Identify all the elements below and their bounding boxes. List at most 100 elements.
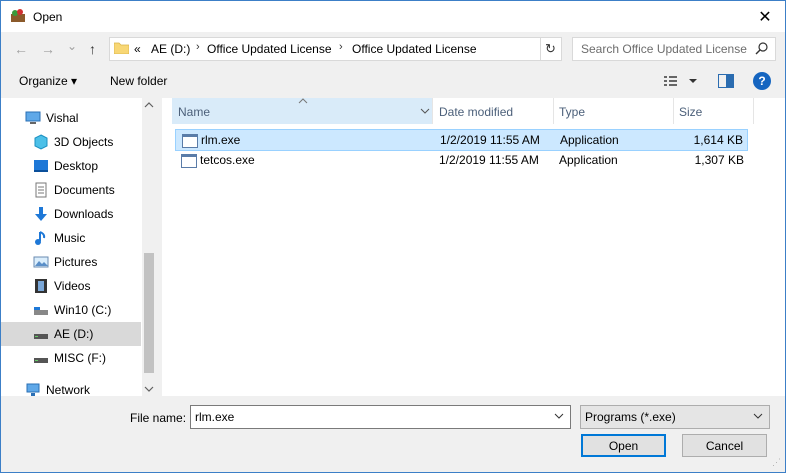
refresh-icon: ↻: [545, 41, 556, 56]
sidebar-item-vishal[interactable]: Vishal: [1, 106, 141, 130]
chevron-down-icon: [753, 413, 763, 419]
close-button[interactable]: ✕: [745, 1, 785, 32]
help-icon[interactable]: ?: [753, 72, 771, 90]
breadcrumb-drive[interactable]: AE (D:): [151, 42, 190, 56]
dialog-footer: File name: rlm.exe Programs (*.exe) Open…: [1, 396, 785, 472]
application-icon: [182, 134, 198, 148]
file-type: Application: [560, 133, 619, 147]
file-size: 1,307 KB: [694, 153, 744, 167]
title-bar: Open ✕: [1, 1, 785, 32]
drive-icon: [34, 358, 48, 363]
sidebar-item-label: Music: [54, 231, 86, 245]
breadcrumb-current[interactable]: Office Updated License: [352, 42, 477, 56]
address-bar[interactable]: « AE (D:) › Office Updated License › Off…: [109, 37, 642, 61]
sidebar-item-desktop[interactable]: Desktop: [1, 154, 141, 178]
file-type-value: Programs (*.exe): [585, 410, 676, 424]
file-size: 1,614 KB: [693, 133, 743, 147]
sidebar-item-music[interactable]: Music: [1, 226, 141, 250]
file-type: Application: [559, 153, 618, 167]
column-header-date[interactable]: Date modified: [433, 98, 553, 124]
sidebar-item-label: AE (D:): [54, 327, 94, 341]
filename-field[interactable]: rlm.exe: [190, 405, 571, 429]
filename-value: rlm.exe: [195, 410, 235, 424]
file-date: 1/2/2019 11:55 AM: [440, 133, 540, 147]
breadcrumb-separator[interactable]: ›: [339, 41, 343, 53]
application-icon: [181, 154, 197, 168]
sidebar-item-videos[interactable]: Videos: [1, 274, 141, 298]
sidebar-item-misc-f[interactable]: MISC (F:): [1, 346, 141, 370]
videos-icon: [35, 279, 47, 293]
computer-icon: [25, 111, 41, 124]
download-icon: [35, 207, 47, 221]
sidebar-item-win10-c[interactable]: Win10 (C:): [1, 298, 141, 322]
drive-icon: [34, 307, 48, 315]
scroll-up-icon[interactable]: [144, 101, 154, 109]
cancel-button-label: Cancel: [705, 438, 744, 453]
sidebar-item-label: Network: [46, 383, 91, 397]
column-header-size[interactable]: Size: [673, 98, 753, 124]
organize-button[interactable]: Organize ▾: [19, 74, 77, 88]
cancel-button[interactable]: Cancel: [682, 434, 767, 457]
chevron-down-icon[interactable]: [420, 106, 430, 116]
file-list: Name Date modified Type Size rlm.exe 1/2…: [162, 98, 785, 396]
sort-ascending-icon: [298, 98, 308, 104]
open-dialog: Open ✕ ← → ⌄ ↑ « AE (D:) › Office Update…: [0, 0, 786, 473]
file-name: rlm.exe: [201, 133, 241, 147]
cube-icon: [34, 134, 48, 150]
scrollbar-thumb[interactable]: [144, 253, 154, 373]
documents-icon: [35, 182, 47, 198]
column-header-label: Name: [178, 105, 211, 119]
new-folder-button[interactable]: New folder: [110, 74, 167, 88]
window-title: Open: [33, 10, 63, 24]
column-divider[interactable]: [753, 98, 754, 124]
sidebar-item-label: Desktop: [54, 159, 99, 173]
forward-button[interactable]: →: [41, 41, 55, 57]
sidebar-scrollbar[interactable]: [142, 98, 156, 396]
navigation-pane: Vishal 3D Objects Desktop Documents Down…: [1, 98, 156, 397]
view-options-icon[interactable]: [664, 75, 698, 87]
search-input[interactable]: Search Office Updated License: [572, 37, 776, 61]
music-icon: [35, 231, 46, 245]
table-row[interactable]: rlm.exe 1/2/2019 11:55 AM Application 1,…: [175, 129, 748, 151]
close-icon: ✕: [758, 8, 772, 26]
sidebar-item-3d-objects[interactable]: 3D Objects: [1, 130, 141, 154]
sidebar-item-label: 3D Objects: [54, 135, 114, 149]
preview-pane-icon[interactable]: [718, 74, 734, 88]
breadcrumb-separator[interactable]: ›: [196, 41, 200, 53]
drive-icon: [34, 334, 48, 339]
navigation-bar: ← → ⌄ ↑ « AE (D:) › Office Updated Licen…: [1, 32, 785, 66]
scroll-down-icon[interactable]: [144, 385, 154, 393]
column-header-label: Type: [559, 105, 586, 119]
chevron-down-icon[interactable]: [554, 410, 564, 422]
open-button[interactable]: Open: [581, 434, 666, 457]
breadcrumb-folder[interactable]: Office Updated License: [207, 42, 332, 56]
command-bar: Organize ▾ New folder ?: [1, 66, 785, 96]
sidebar-item-ae-d[interactable]: AE (D:): [1, 322, 141, 346]
search-placeholder: Search Office Updated License: [581, 42, 747, 56]
recent-locations-button[interactable]: ⌄: [67, 39, 77, 53]
search-icon: [755, 42, 768, 55]
up-button[interactable]: ↑: [89, 41, 96, 57]
file-name: tetcos.exe: [200, 153, 255, 167]
column-header-label: Date modified: [439, 105, 514, 119]
breadcrumb-overflow[interactable]: «: [134, 42, 141, 56]
sidebar-item-label: Pictures: [54, 255, 98, 269]
sidebar-item-downloads[interactable]: Downloads: [1, 202, 141, 226]
file-type-select[interactable]: Programs (*.exe): [580, 405, 770, 429]
file-date: 1/2/2019 11:55 AM: [439, 153, 539, 167]
refresh-button[interactable]: ↻: [540, 37, 562, 61]
sidebar-item-label: Videos: [54, 279, 91, 293]
app-icon: [11, 9, 25, 22]
sidebar-item-label: Win10 (C:): [54, 303, 112, 317]
column-header-type[interactable]: Type: [553, 98, 673, 124]
sidebar-item-documents[interactable]: Documents: [1, 178, 141, 202]
folder-icon: [114, 42, 129, 54]
pictures-icon: [33, 256, 49, 268]
column-header-name[interactable]: Name: [172, 98, 433, 124]
table-row[interactable]: tetcos.exe 1/2/2019 11:55 AM Application…: [175, 150, 748, 170]
sidebar-item-pictures[interactable]: Pictures: [1, 250, 141, 274]
resize-grip-icon[interactable]: ⋰: [772, 457, 781, 468]
back-button[interactable]: ←: [14, 41, 28, 57]
sidebar-item-label: Vishal: [46, 111, 79, 125]
sidebar-item-label: Downloads: [54, 207, 114, 221]
